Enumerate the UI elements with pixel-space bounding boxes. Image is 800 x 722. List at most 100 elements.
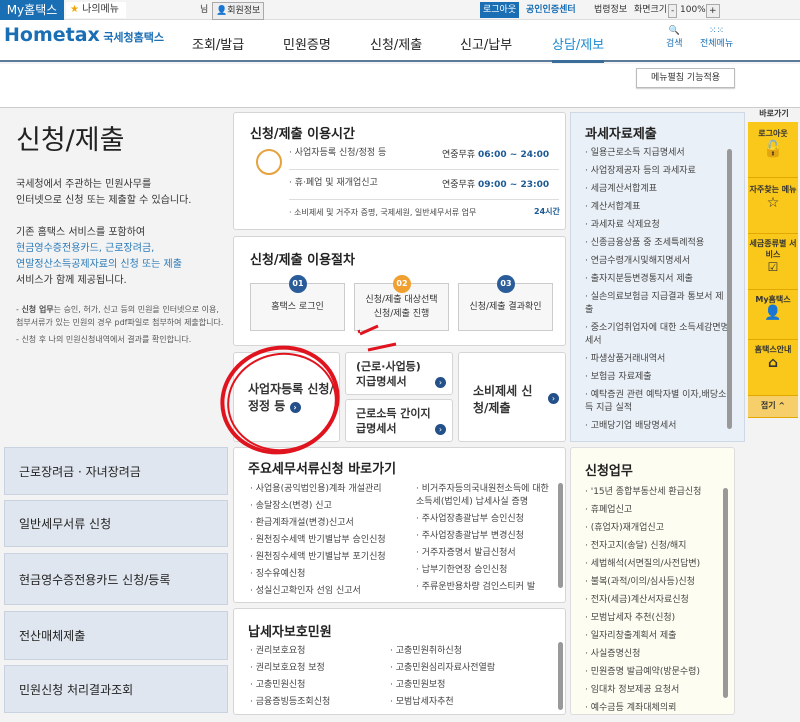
top-bar: My홈택스 ★ 나의메뉴 님 👤회원정보 로그아웃 공인인증센터 법령정보 화면… xyxy=(0,0,800,20)
hours-title: 신청/제출 이용시간 xyxy=(250,127,355,142)
intro-text: 국세청에서 주관하는 민원사무를 인터넷으로 신청 또는 제출할 수 있습니다. … xyxy=(16,179,192,286)
nav-report-pay[interactable]: 신고/납부 xyxy=(460,34,512,53)
list-item[interactable]: 고배당기업 배당명세서 xyxy=(585,420,731,433)
list-item[interactable]: 원천징수세액 반기별납부 포기신청 xyxy=(250,551,400,564)
list-item[interactable]: 고충민원신청 xyxy=(250,679,390,692)
list-item[interactable]: 전자고지(송달) 신청/해지 xyxy=(585,540,723,553)
hometax-logo[interactable]: Hometax 국세청홈택스 xyxy=(4,24,164,46)
logout-button[interactable]: 로그아웃 xyxy=(480,2,520,18)
list-item[interactable]: 송달장소(변경) 신고 xyxy=(250,500,400,513)
list-item[interactable]: 주류운반용차량 검인스티커 발 xyxy=(416,581,554,594)
red-circle-annotation xyxy=(220,329,360,455)
nav-certificates[interactable]: 민원증명 xyxy=(283,34,331,53)
scrollbar[interactable] xyxy=(723,488,728,698)
list-item[interactable]: 예탁증권 관련 예탁자별 이자,배당소득 지급 실적 xyxy=(585,389,731,415)
menu-expand-button[interactable]: 메뉴펼침 기능적용 xyxy=(636,68,735,88)
intro-notes: - 신청 업무는 승인, 허가, 신고 등의 민원을 인터넷으로 이용, 첨부서… xyxy=(16,305,224,344)
list-item[interactable]: 일용근로소득 지급명세서 xyxy=(585,147,731,160)
left-btn-general-docs[interactable]: 일반세무서류 신청 xyxy=(4,500,228,547)
list-item[interactable]: 사실증명신청 xyxy=(585,648,723,661)
list-item[interactable]: 예수금등 계좌대체의뢰 xyxy=(585,702,723,711)
search-button[interactable]: 🔍 검색 xyxy=(666,26,683,49)
list-item[interactable]: 임대차 정보제공 요청서 xyxy=(585,684,723,697)
list-item[interactable]: 고충민원취하신청 xyxy=(390,645,550,658)
scrollbar[interactable] xyxy=(558,642,563,710)
list-item[interactable]: 모범납세자추천 xyxy=(390,696,550,709)
quick-fold-button[interactable]: 접기 ^ xyxy=(748,396,798,418)
list-item[interactable]: 주사업장총괄납부 변경신청 xyxy=(416,530,554,543)
quick-tax-services[interactable]: 세금종류별 서비스 ☑ xyxy=(748,234,798,290)
quick-favorites[interactable]: 자주찾는 메뉴 ☆ xyxy=(748,178,798,234)
nav-apply[interactable]: 신청/제출 xyxy=(370,34,422,53)
all-menu-button[interactable]: ⁙⁙ 전체메뉴 xyxy=(700,26,733,49)
left-btn-media-submit[interactable]: 전산매체제출 xyxy=(4,611,228,660)
page-title: 신청/제출 xyxy=(16,125,125,156)
zoom-in-button[interactable]: + xyxy=(706,4,720,18)
list-item[interactable]: 연금수령개시및해지명세서 xyxy=(585,255,731,268)
left-btn-result-inquiry[interactable]: 민원신청 처리결과조회 xyxy=(4,665,228,713)
list-item[interactable]: 휴폐업신고 xyxy=(585,504,723,517)
member-info-button[interactable]: 👤회원정보 xyxy=(212,2,265,20)
main-nav: Hometax 국세청홈택스 조회/발급 민원증명 신청/제출 신고/납부 상담… xyxy=(0,20,800,63)
list-item[interactable]: 원천징수세액 반기별납부 승인신청 xyxy=(250,534,400,547)
simple-statement-button[interactable]: 근로소득 간이지급명세서 › xyxy=(345,399,453,442)
nav-inquiry[interactable]: 조회/발급 xyxy=(192,34,244,53)
my-menu-button[interactable]: ★ 나의메뉴 xyxy=(66,2,126,18)
nav-consult[interactable]: 상담/제보 xyxy=(552,34,605,63)
list-item[interactable]: 세법해석(서면질의/사전답변) xyxy=(585,558,723,571)
list-item[interactable]: 일자리창출계획서 제출 xyxy=(585,630,723,643)
screen-size-label: 화면크기 xyxy=(634,5,668,15)
list-item[interactable]: 금융증빙등조회신청 xyxy=(250,696,390,709)
list-item[interactable]: (휴업자)재개업신고 xyxy=(585,522,723,535)
list-item[interactable]: 고충민원심리자료사전열람 xyxy=(390,662,550,675)
list-item[interactable]: 사업용(공익법인용)계좌 개설관리 xyxy=(250,483,400,496)
person-icon: 👤 xyxy=(764,305,782,321)
list-item[interactable]: 보험금 자료제출 xyxy=(585,371,731,384)
quick-hometax-guide[interactable]: 홈택스안내 ⌂ xyxy=(748,340,798,396)
apply-work-title: 신청업무 xyxy=(585,464,633,479)
user-suffix: 님 xyxy=(200,5,209,15)
list-item[interactable]: 중소기업취업자에 대한 소득세감면명세서 xyxy=(585,322,731,348)
list-item[interactable]: 주사업장총괄납부 승인신청 xyxy=(416,513,554,526)
list-item[interactable]: 출자지분등변경통지서 제출 xyxy=(585,273,731,286)
list-item[interactable]: 비거주자등의국내원천소득에 대한 소득세(법인세) 납세사실 증명 xyxy=(416,483,554,509)
scrollbar[interactable] xyxy=(727,149,732,429)
my-hometax-tab[interactable]: My홈택스 xyxy=(0,0,64,20)
user-icon: 👤 xyxy=(216,6,228,16)
list-item[interactable]: 계산서합계표 xyxy=(585,201,731,214)
list-item[interactable]: 모범납세자 추천(신청) xyxy=(585,612,723,625)
list-item[interactable]: 실손의료보험금 지급결과 통보서 제출 xyxy=(585,291,731,317)
left-btn-cash-receipt-card[interactable]: 현금영수증전용카드 신청/등록 xyxy=(4,553,228,605)
quick-my-hometax[interactable]: My홈택스 👤 xyxy=(748,290,798,340)
zoom-out-button[interactable]: - xyxy=(668,4,678,18)
consumption-tax-button[interactable]: 소비제세 신청/제출 › xyxy=(458,352,566,442)
list-item[interactable]: 파생상품거래내역서 xyxy=(585,353,731,366)
list-item[interactable]: 환급계좌개설(변경)신고서 xyxy=(250,517,400,530)
list-item[interactable]: 사업장제공자 등의 과세자료 xyxy=(585,165,731,178)
arrow-icon: › xyxy=(435,377,446,388)
list-item[interactable]: 신종금융상품 중 조세특례적용 xyxy=(585,237,731,250)
list-item[interactable]: '15년 종합부동산세 환급신청 xyxy=(585,486,723,499)
quick-logout[interactable]: 로그아웃 🔓 xyxy=(748,122,798,178)
law-info-link[interactable]: 법령정보 xyxy=(594,2,627,18)
cert-center-link[interactable]: 공인인증센터 xyxy=(526,2,576,18)
list-item[interactable]: 권리보호요청 보정 xyxy=(250,662,390,675)
list-item[interactable]: 거주자증명서 발급신청서 xyxy=(416,547,554,560)
apply-work-panel: 신청업무 '15년 종합부동산세 환급신청휴폐업신고 (휴업자)재개업신고전자고지… xyxy=(570,447,735,715)
list-item[interactable]: 과세자료 삭제요청 xyxy=(585,219,731,232)
left-btn-incentive[interactable]: 근로장려금 · 자녀장려금 xyxy=(4,447,228,495)
scrollbar[interactable] xyxy=(558,483,563,588)
list-item[interactable]: 징수유예신청 xyxy=(250,568,400,581)
list-item[interactable]: 세금계산서합계표 xyxy=(585,183,731,196)
list-item[interactable]: 납부기한연장 승인신청 xyxy=(416,564,554,577)
arrow-icon: › xyxy=(548,393,559,404)
list-item[interactable]: 고충민원보정 xyxy=(390,679,550,692)
intro: 신청/제출 국세청에서 주관하는 민원사무를 인터넷으로 신청 또는 제출할 수 … xyxy=(16,118,226,346)
list-item[interactable]: 불복(과적/이의/심사등)신청 xyxy=(585,576,723,589)
list-item[interactable]: 권리보호요청 xyxy=(250,645,390,658)
hours-panel: 신청/제출 이용시간 사업자등록 신청/정정 등 연중무휴 06:00 ~ 24… xyxy=(233,112,566,230)
list-item[interactable]: 성실신고확인자 선임 신고서 xyxy=(250,585,400,598)
list-item[interactable]: 전자(세금)계산서자료신청 xyxy=(585,594,723,607)
list-item[interactable]: 민원증명 발급예약(방문수령) xyxy=(585,666,723,679)
procedure-title: 신청/제출 이용절차 xyxy=(250,253,355,268)
